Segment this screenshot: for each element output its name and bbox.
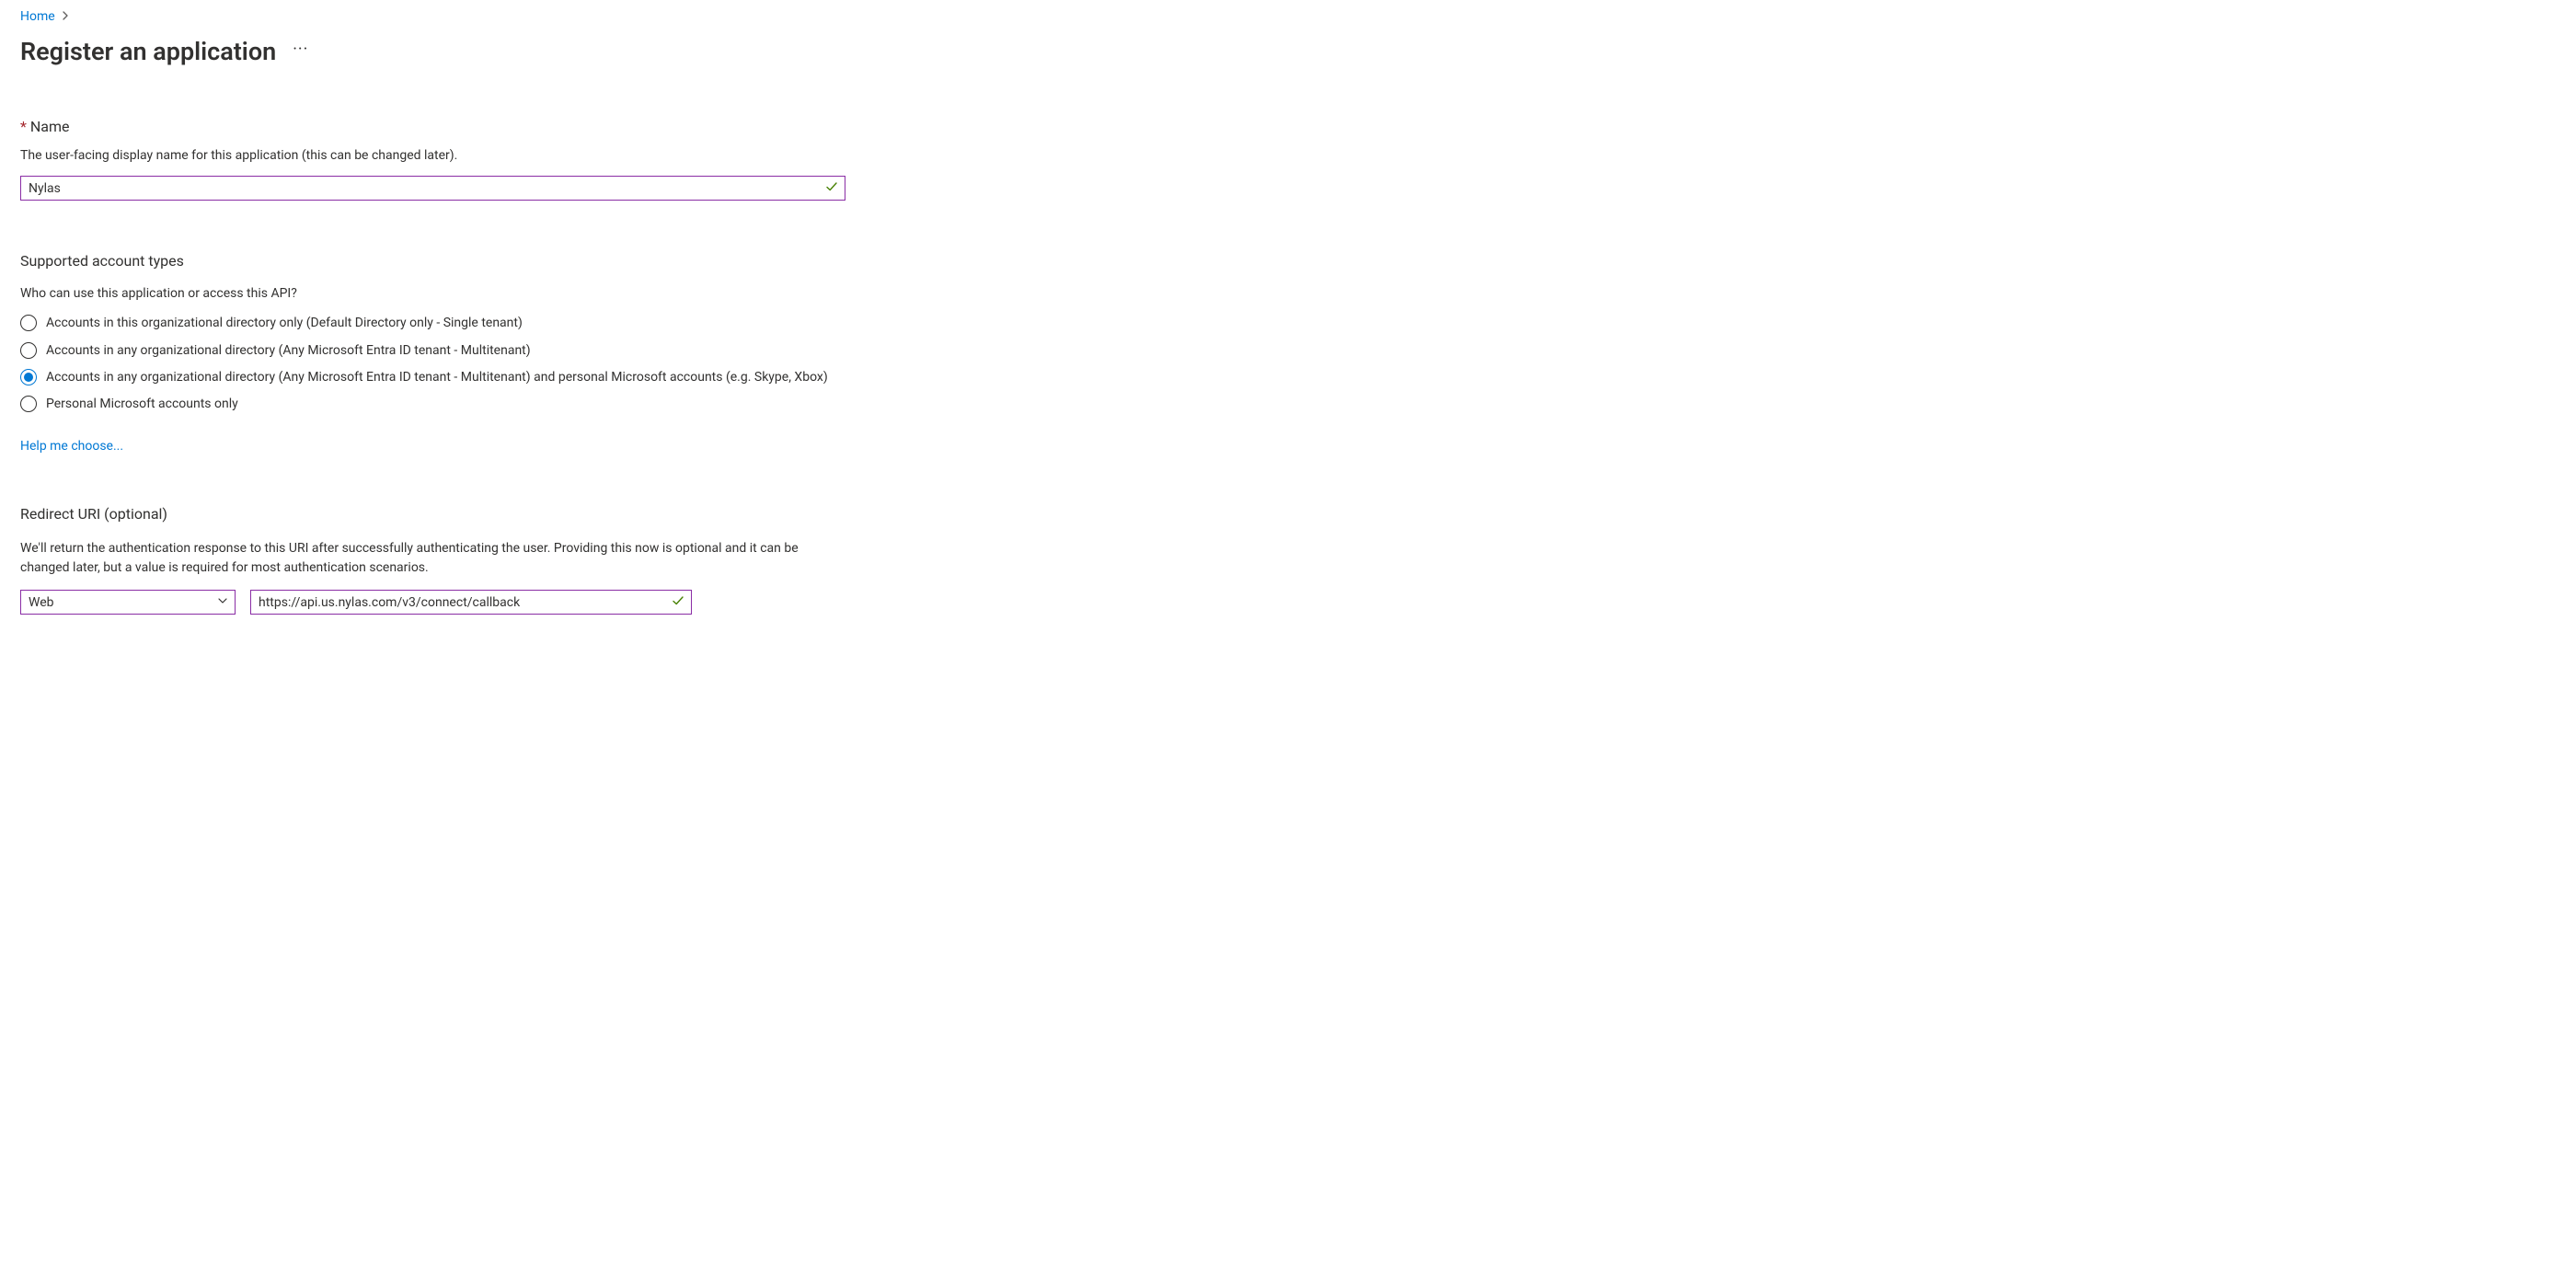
account-types-description: Who can use this application or access t… xyxy=(20,286,2556,301)
radio-label: Accounts in any organizational directory… xyxy=(46,341,531,360)
radio-label: Personal Microsoft accounts only xyxy=(46,395,238,413)
name-label: * Name xyxy=(20,118,2556,135)
radio-icon xyxy=(20,342,37,359)
more-actions-button[interactable]: ··· xyxy=(293,41,308,62)
required-asterisk: * xyxy=(20,118,27,135)
radio-icon xyxy=(20,369,37,385)
radio-single-tenant[interactable]: Accounts in this organizational director… xyxy=(20,314,845,332)
radio-multitenant-personal[interactable]: Accounts in any organizational directory… xyxy=(20,368,845,386)
name-label-text: Name xyxy=(30,118,70,135)
radio-label: Accounts in any organizational directory… xyxy=(46,368,828,386)
redirect-row: Web xyxy=(20,590,2556,615)
page-title: Register an application xyxy=(20,37,276,66)
redirect-uri-wrap xyxy=(250,590,692,615)
platform-select[interactable]: Web xyxy=(20,590,236,615)
radio-personal-only[interactable]: Personal Microsoft accounts only xyxy=(20,395,845,413)
chevron-right-icon xyxy=(61,10,70,23)
radio-label: Accounts in this organizational director… xyxy=(46,314,523,332)
radio-icon xyxy=(20,396,37,412)
platform-select-wrap: Web xyxy=(20,590,236,615)
breadcrumb: Home xyxy=(20,9,2556,24)
title-row: Register an application ··· xyxy=(20,37,2556,66)
name-input[interactable] xyxy=(20,176,845,201)
radio-multitenant[interactable]: Accounts in any organizational directory… xyxy=(20,341,845,360)
radio-icon xyxy=(20,315,37,331)
help-me-choose-link[interactable]: Help me choose... xyxy=(20,439,123,454)
redirect-description: We'll return the authentication response… xyxy=(20,539,848,577)
account-types-radio-group: Accounts in this organizational director… xyxy=(20,314,845,413)
account-types-heading: Supported account types xyxy=(20,252,2556,270)
breadcrumb-home-link[interactable]: Home xyxy=(20,9,55,24)
redirect-heading: Redirect URI (optional) xyxy=(20,505,2556,523)
name-description: The user-facing display name for this ap… xyxy=(20,146,848,165)
redirect-uri-input[interactable] xyxy=(250,590,692,615)
platform-select-value: Web xyxy=(29,595,54,610)
name-input-wrap xyxy=(20,176,845,201)
